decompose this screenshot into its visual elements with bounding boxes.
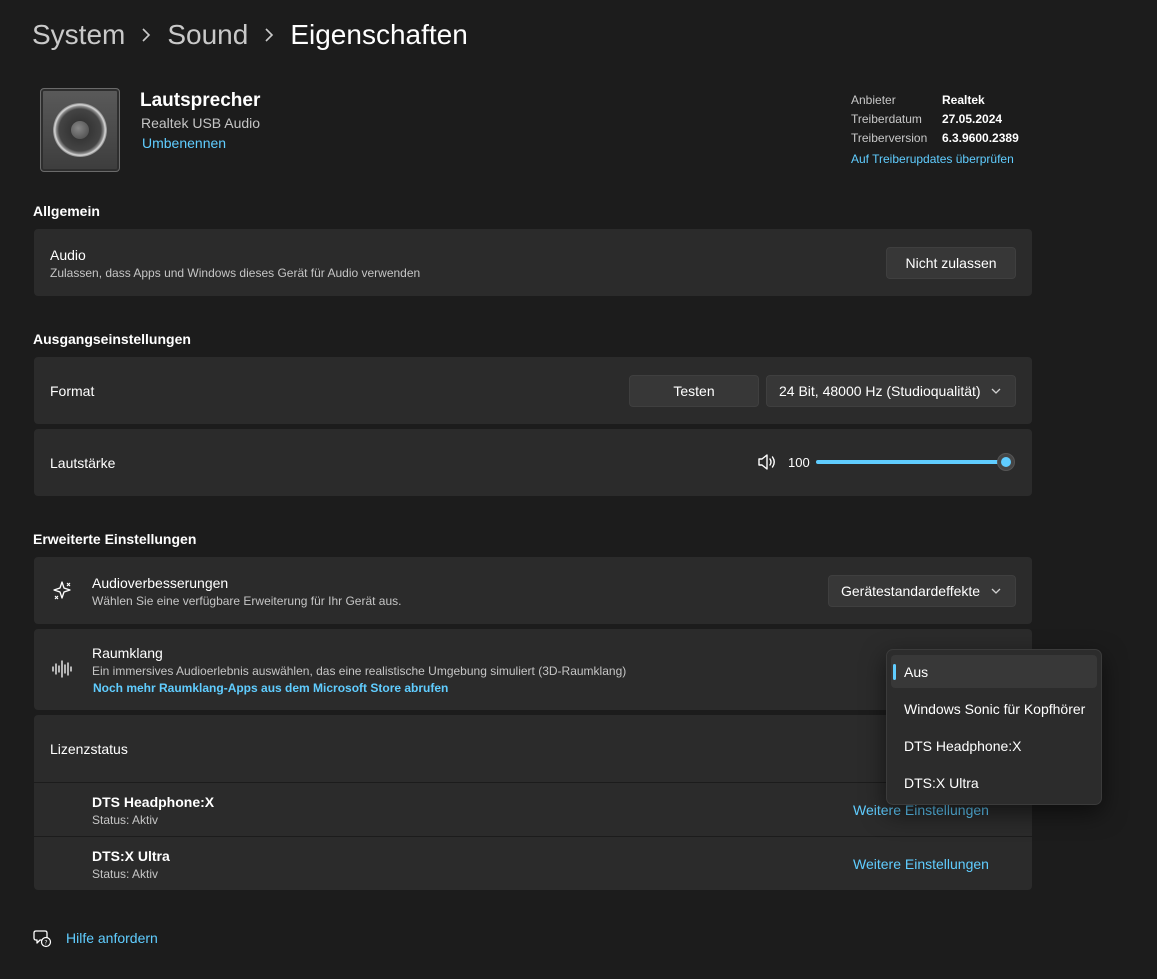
audio-title: Audio <box>50 247 86 263</box>
speaker-volume-icon[interactable] <box>757 453 777 476</box>
license-divider <box>34 782 1032 783</box>
driver-update-link[interactable]: Auf Treiberupdates überprüfen <box>851 152 1019 166</box>
help-link-label[interactable]: Hilfe anfordern <box>66 930 158 946</box>
format-card: Format Testen 24 Bit, 48000 Hz (Studioqu… <box>34 357 1032 424</box>
chevron-down-icon <box>991 386 1001 396</box>
page-title: Eigenschaften <box>290 19 468 50</box>
license-item-name: DTS:X Ultra <box>92 848 170 864</box>
enhancements-dropdown-value: Gerätestandardeffekte <box>841 583 981 599</box>
enhancements-title: Audioverbesserungen <box>92 575 229 591</box>
help-chat-icon: ? <box>32 928 52 953</box>
license-item-name: DTS Headphone:X <box>92 794 215 810</box>
dropdown-option-windows-sonic[interactable]: Windows Sonic für Kopfhörer <box>891 692 1097 725</box>
driver-date-label: Treiberdatum <box>851 112 922 126</box>
sparkle-enhance-icon <box>51 580 73 607</box>
format-dropdown-value: 24 Bit, 48000 Hz (Studioqualität) <box>779 383 981 399</box>
device-subtitle: Realtek USB Audio <box>141 115 261 131</box>
breadcrumb-system[interactable]: System <box>32 19 125 51</box>
chevron-right-icon <box>141 28 151 42</box>
spatial-sound-dropdown-menu: Aus Windows Sonic für Kopfhörer DTS Head… <box>886 649 1102 805</box>
section-title-general: Allgemein <box>33 203 100 219</box>
rename-link[interactable]: Umbenennen <box>142 135 226 151</box>
audio-description: Zulassen, dass Apps und Windows dieses G… <box>50 266 421 280</box>
chevron-right-icon <box>264 28 274 42</box>
driver-version-value: 6.3.9600.2389 <box>942 131 1019 145</box>
volume-title: Lautstärke <box>50 455 116 471</box>
microsoft-store-link[interactable]: Noch mehr Raumklang-Apps aus dem Microso… <box>93 681 448 695</box>
section-title-output: Ausgangseinstellungen <box>33 331 191 347</box>
spatial-sound-title: Raumklang <box>92 645 163 661</box>
license-card: Lizenzstatus DTS Headphone:X Status: Akt… <box>34 715 1032 890</box>
license-title: Lizenzstatus <box>50 741 128 757</box>
more-settings-link[interactable]: Weitere Einstellungen <box>853 856 989 872</box>
audio-card: Audio Zulassen, dass Apps und Windows di… <box>34 229 1032 296</box>
volume-value: 100 <box>788 455 810 470</box>
help-link[interactable]: ? Hilfe anfordern <box>32 928 158 953</box>
driver-info: Anbieter Realtek Treiberdatum 27.05.2024… <box>851 93 1019 166</box>
device-name: Lautsprecher <box>140 90 261 111</box>
section-title-advanced: Erweiterte Einstellungen <box>33 531 197 547</box>
format-dropdown[interactable]: 24 Bit, 48000 Hz (Studioqualität) <box>766 375 1016 407</box>
dropdown-option-off[interactable]: Aus <box>891 655 1097 688</box>
driver-provider-label: Anbieter <box>851 93 896 107</box>
spatial-sound-description: Ein immersives Audioerlebnis auswählen, … <box>92 664 627 678</box>
sound-properties-page: System Sound Eigenschaften Lautsprecher … <box>0 0 1157 979</box>
chevron-down-icon <box>991 586 1001 596</box>
enhancements-card: Audioverbesserungen Wählen Sie eine verf… <box>34 557 1032 624</box>
license-divider <box>34 836 1032 837</box>
svg-text:?: ? <box>44 940 47 947</box>
driver-date-value: 27.05.2024 <box>942 112 1003 126</box>
driver-provider-value: Realtek <box>942 93 985 107</box>
enhancements-description: Wählen Sie eine verfügbare Erweiterung f… <box>92 594 402 608</box>
volume-slider-thumb[interactable] <box>997 453 1015 471</box>
volume-slider-track[interactable] <box>816 460 1006 464</box>
breadcrumb: System Sound Eigenschaften <box>32 14 468 56</box>
volume-card: Lautstärke 100 <box>34 429 1032 496</box>
disallow-audio-button[interactable]: Nicht zulassen <box>886 247 1016 279</box>
dropdown-option-dts-x-ultra[interactable]: DTS:X Ultra <box>891 766 1097 799</box>
breadcrumb-sound[interactable]: Sound <box>167 19 248 51</box>
spatial-sound-card: Raumklang Ein immersives Audioerlebnis a… <box>34 629 1032 710</box>
license-item-status: Status: Aktiv <box>92 813 159 827</box>
dropdown-option-dts-headphone-x[interactable]: DTS Headphone:X <box>891 729 1097 762</box>
waveform-icon <box>51 659 73 684</box>
format-title: Format <box>50 383 95 399</box>
speaker-device-icon <box>40 88 120 172</box>
test-button[interactable]: Testen <box>629 375 759 407</box>
driver-version-label: Treiberversion <box>851 131 928 145</box>
license-item-status: Status: Aktiv <box>92 867 159 881</box>
enhancements-dropdown[interactable]: Gerätestandardeffekte <box>828 575 1016 607</box>
